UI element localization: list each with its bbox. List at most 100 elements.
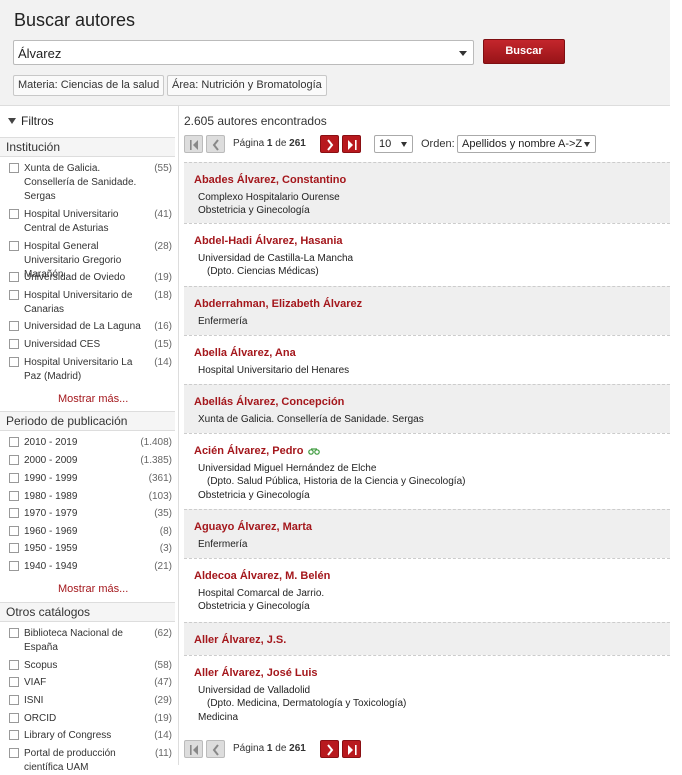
linked-profiles-icon: [308, 448, 321, 455]
order-select[interactable]: Apellidos y nombre A->Z: [457, 135, 596, 153]
first-page-button[interactable]: [184, 135, 203, 153]
filter-item-count: (1.408): [140, 437, 172, 448]
filter-item-count: (41): [154, 209, 172, 220]
result-row: Aguayo Álvarez, Marta Enfermería: [184, 509, 670, 558]
filter-item[interactable]: Portal de producción científica UAM (11): [9, 747, 172, 773]
checkbox[interactable]: [9, 713, 19, 723]
author-name-link[interactable]: Abderrahman, Elizabeth Álvarez: [194, 298, 362, 310]
checkbox[interactable]: [9, 660, 19, 670]
checkbox[interactable]: [9, 437, 19, 447]
filter-item-label: 1970 - 1979: [24, 508, 78, 519]
author-name: Acién Álvarez, Pedro: [194, 445, 304, 457]
checkbox[interactable]: [9, 209, 19, 219]
filter-item-label: 1980 - 1989: [24, 491, 78, 502]
author-affiliation: Complexo Hospitalario Ourense: [198, 192, 340, 203]
periodo-show-more-link[interactable]: Mostrar más...: [58, 583, 128, 595]
author-name-link[interactable]: Aller Álvarez, José Luis: [194, 667, 318, 679]
filter-item[interactable]: Universidad de La Laguna (16): [9, 320, 172, 336]
section-institucion: Institución: [0, 137, 175, 157]
filter-item[interactable]: 1940 - 1949 (21): [9, 560, 172, 576]
checkbox[interactable]: [9, 677, 19, 687]
next-page-button-bottom[interactable]: [320, 740, 339, 758]
filter-item[interactable]: Universidad de Oviedo (19): [9, 271, 172, 287]
author-name-link[interactable]: Aguayo Álvarez, Marta: [194, 521, 312, 533]
checkbox[interactable]: [9, 543, 19, 553]
checkbox[interactable]: [9, 163, 19, 173]
result-row: Aldecoa Álvarez, M. Belén Hospital Comarc…: [184, 558, 670, 622]
filter-item[interactable]: Hospital General Universitario Gregorio …: [9, 240, 172, 280]
filter-item[interactable]: Biblioteca Nacional de España (62): [9, 627, 172, 657]
filter-item[interactable]: 1970 - 1979 (35): [9, 507, 172, 523]
institucion-show-more-link[interactable]: Mostrar más...: [58, 393, 128, 405]
prev-page-button[interactable]: [206, 135, 225, 153]
filter-item-count: (62): [154, 628, 172, 639]
checkbox[interactable]: [9, 695, 19, 705]
filter-item[interactable]: ORCID (19): [9, 712, 172, 728]
filter-item-label: 1940 - 1949: [24, 561, 78, 572]
checkbox[interactable]: [9, 730, 19, 740]
prev-page-button-bottom[interactable]: [206, 740, 225, 758]
filter-item[interactable]: 1950 - 1959 (3): [9, 542, 172, 558]
next-page-button[interactable]: [320, 135, 339, 153]
checkbox[interactable]: [9, 748, 19, 758]
author-name-link[interactable]: Abellás Álvarez, Concepción: [194, 396, 344, 408]
author-affiliation: Enfermería: [198, 539, 248, 550]
filter-item[interactable]: Xunta de Galicia. Consellería de Sanidad…: [9, 162, 172, 206]
checkbox[interactable]: [9, 357, 19, 367]
filter-chip-materia[interactable]: Materia: Ciencias de la salud: [13, 75, 165, 96]
filter-item[interactable]: 1990 - 1999 (361): [9, 472, 172, 488]
per-page-select[interactable]: 10: [374, 135, 413, 153]
author-name-link[interactable]: Aller Álvarez, J.S.: [194, 634, 286, 646]
author-name-link[interactable]: Abdel-Hadi Álvarez, Hasania: [194, 235, 343, 247]
checkbox[interactable]: [9, 526, 19, 536]
search-header: Buscar autores Álvarez Buscar Materia: C…: [0, 0, 670, 106]
checkbox[interactable]: [9, 241, 19, 251]
author-search-select[interactable]: Álvarez: [13, 40, 474, 65]
author-name-link[interactable]: Abella Álvarez, Ana: [194, 347, 296, 359]
author-name-link[interactable]: Acién Álvarez, Pedro: [194, 445, 321, 457]
checkbox[interactable]: [9, 491, 19, 501]
filter-item[interactable]: 1960 - 1969 (8): [9, 525, 172, 541]
last-page-button[interactable]: [342, 135, 361, 153]
filter-item[interactable]: Scopus (58): [9, 659, 172, 675]
filter-item[interactable]: Hospital Universitario Central de Asturi…: [9, 208, 172, 238]
result-row: Abderrahman, Elizabeth Álvarez Enfermería: [184, 286, 670, 335]
checkbox[interactable]: [9, 455, 19, 465]
filter-item[interactable]: 1980 - 1989 (103): [9, 490, 172, 506]
checkbox[interactable]: [9, 339, 19, 349]
page-total: 261: [289, 138, 306, 149]
filter-item[interactable]: Hospital Universitario La Paz (Madrid) (1…: [9, 356, 172, 386]
checkbox[interactable]: [9, 628, 19, 638]
filter-item-label: 1990 - 1999: [24, 473, 78, 484]
filters-heading-label: Filtros: [21, 114, 54, 128]
checkbox[interactable]: [9, 290, 19, 300]
filter-item[interactable]: 2010 - 2019 (1.408): [9, 436, 172, 452]
checkbox[interactable]: [9, 321, 19, 331]
search-button[interactable]: Buscar: [483, 39, 565, 64]
filter-item-label: Portal de producción científica UAM: [24, 748, 116, 773]
filter-item-label: Biblioteca Nacional de España: [24, 628, 123, 653]
filter-item-count: (55): [154, 163, 172, 174]
chevron-right-icon: [327, 744, 334, 756]
filter-item[interactable]: Hospital Universitario de Canarias (18): [9, 289, 172, 319]
checkbox[interactable]: [9, 508, 19, 518]
filter-item-label: Universidad de Oviedo: [24, 272, 126, 283]
filter-item[interactable]: 2000 - 2009 (1.385): [9, 454, 172, 470]
last-page-button-bottom[interactable]: [342, 740, 361, 758]
author-name-link[interactable]: Aldecoa Álvarez, M. Belén: [194, 570, 330, 582]
checkbox[interactable]: [9, 272, 19, 282]
author-affiliation: Enfermería: [198, 316, 248, 327]
filter-item[interactable]: VIAF (47): [9, 676, 172, 692]
author-department: (Dpto. Medicina, Dermatología y Toxicolo…: [207, 698, 407, 709]
filter-item-count: (35): [154, 508, 172, 519]
checkbox[interactable]: [9, 561, 19, 571]
filter-item[interactable]: ISNI (29): [9, 694, 172, 710]
checkbox[interactable]: [9, 473, 19, 483]
author-name-link[interactable]: Abades Álvarez, Constantino: [194, 174, 346, 186]
filter-item[interactable]: Universidad CES (15): [9, 338, 172, 354]
filter-item[interactable]: Library of Congress (14): [9, 729, 172, 745]
first-page-button-bottom[interactable]: [184, 740, 203, 758]
filter-chip-area[interactable]: Área: Nutrición y Bromatología: [167, 75, 327, 96]
per-page-value: 10: [379, 138, 392, 150]
page-current: 1: [266, 743, 273, 754]
